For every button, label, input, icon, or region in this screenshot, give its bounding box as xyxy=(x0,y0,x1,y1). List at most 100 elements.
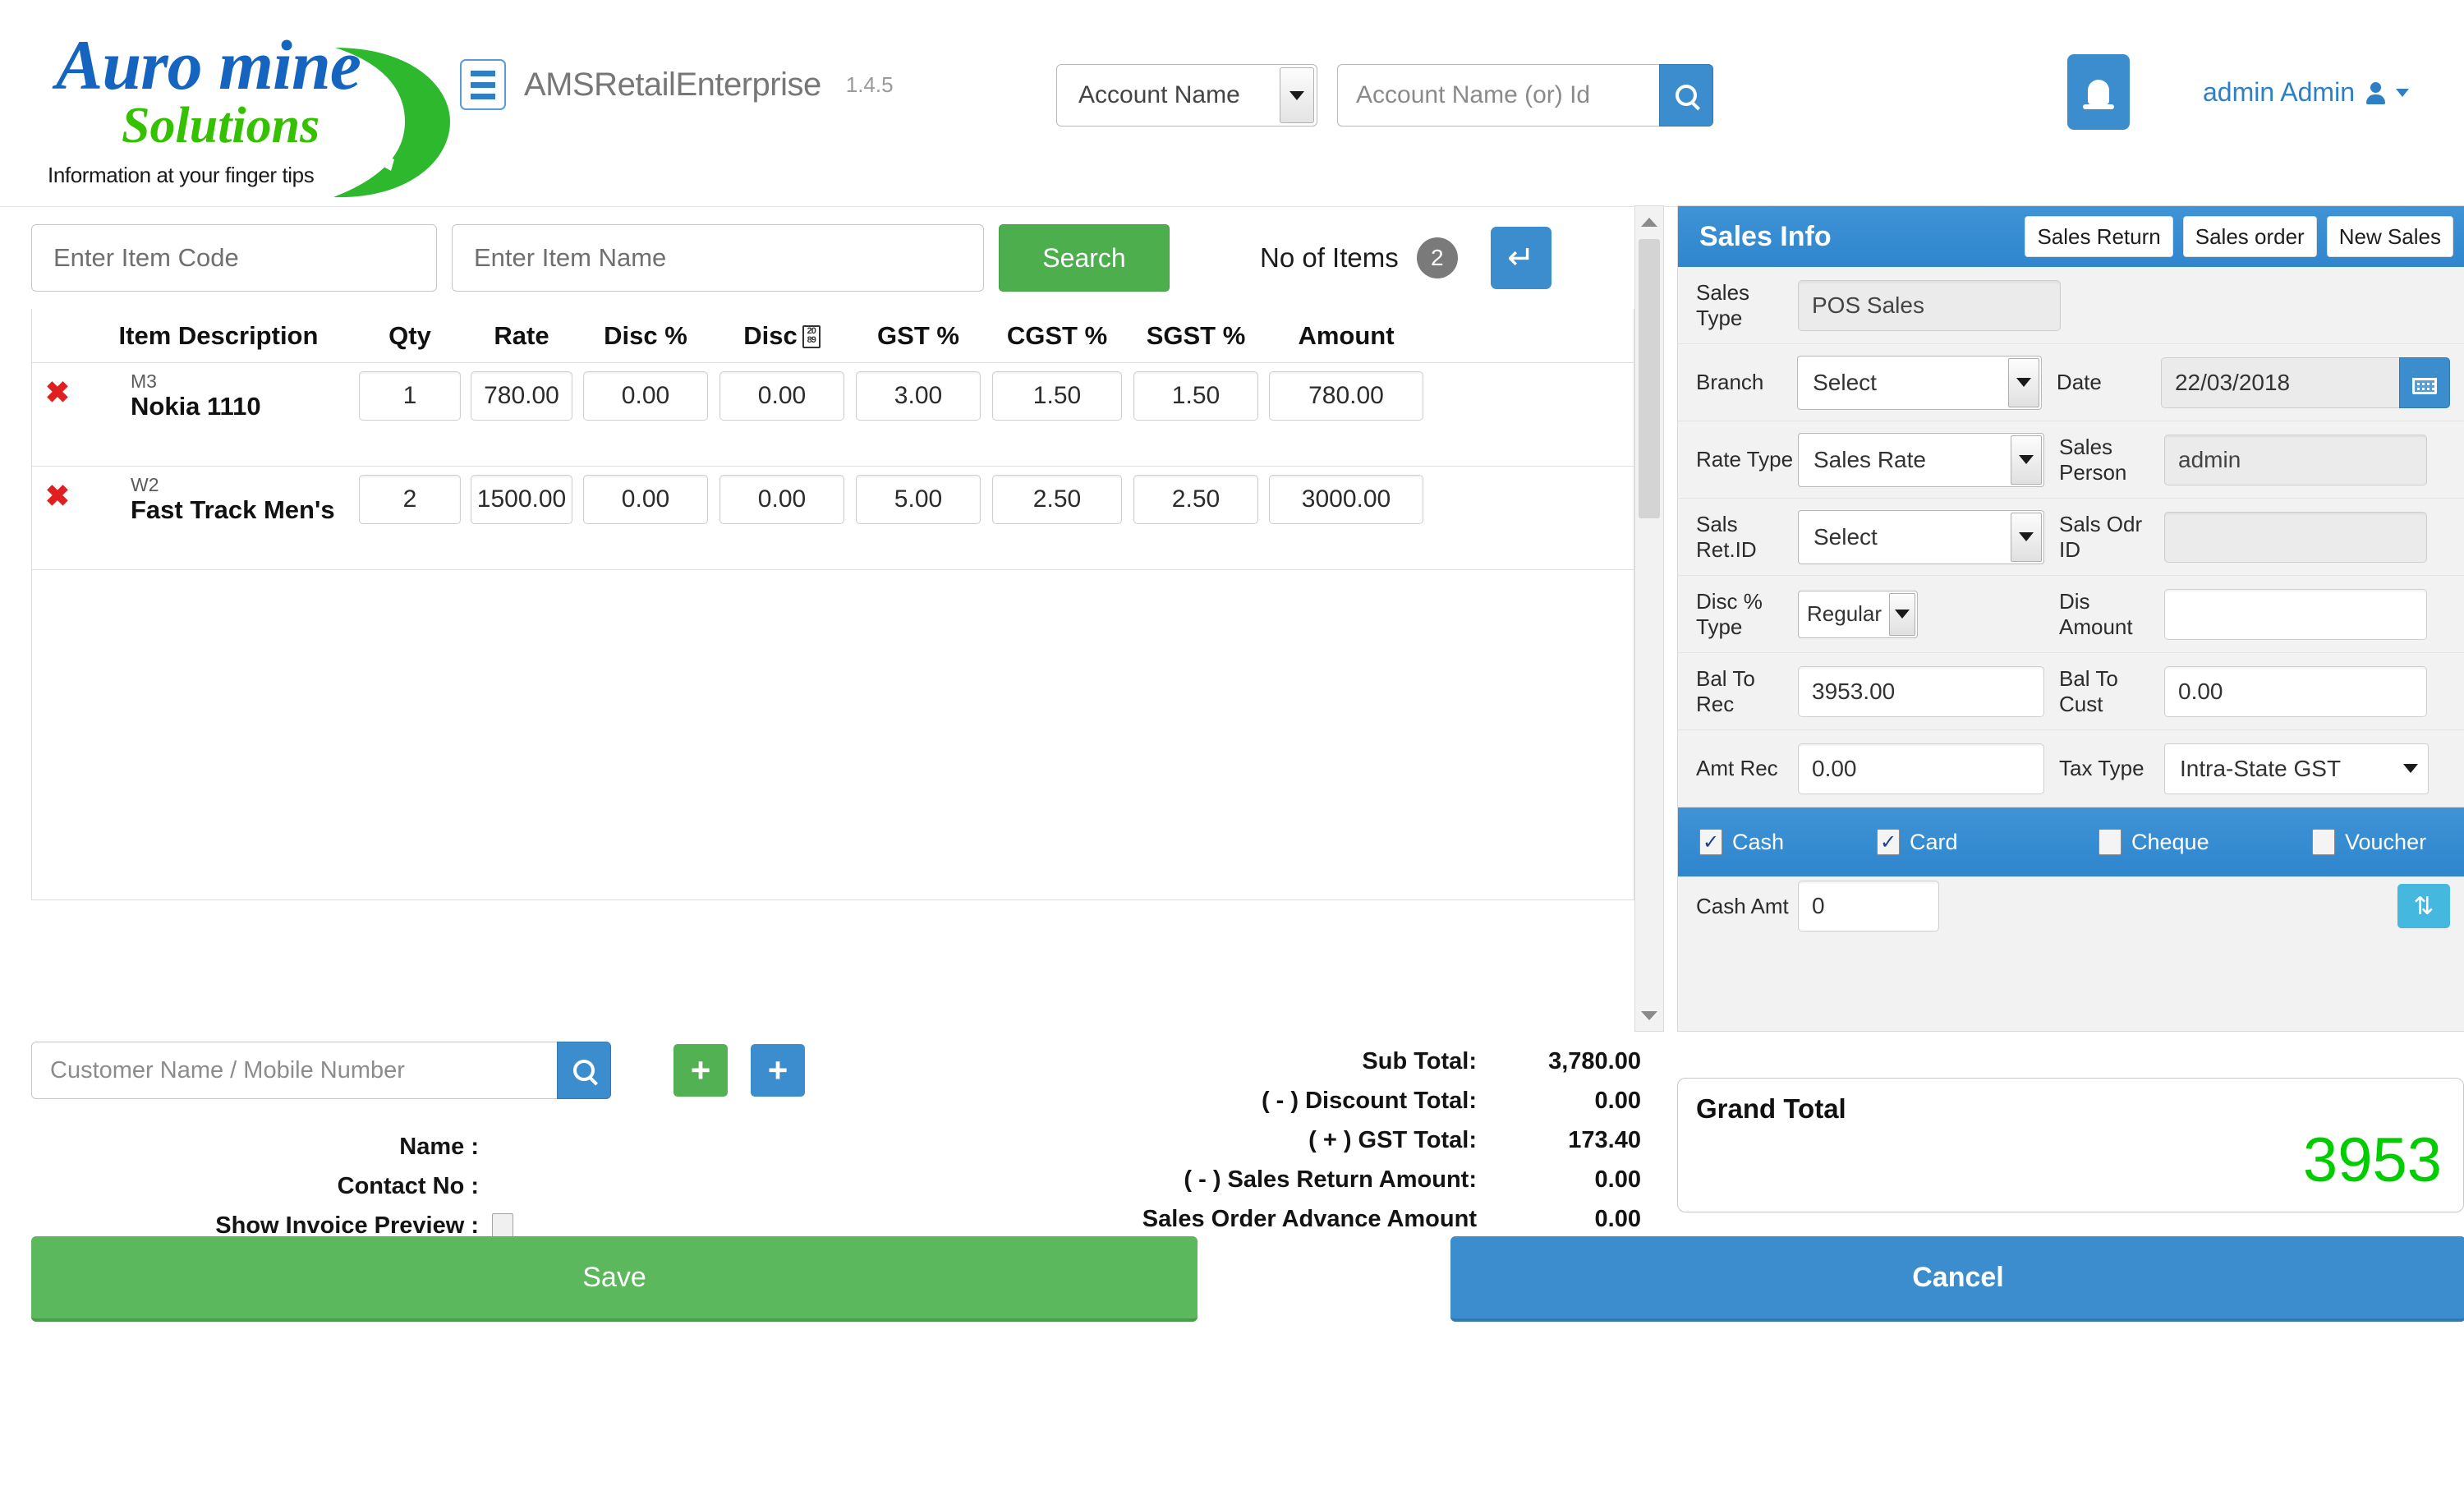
gst-percent-input[interactable] xyxy=(856,371,981,421)
item-description-cell: W2 Fast Track Men's xyxy=(83,475,354,527)
sales-info-panel: Sales Info Sales Return Sales order New … xyxy=(1677,205,2464,1032)
disc-type-select[interactable]: Regular xyxy=(1798,590,1918,638)
branch-date-row: Branch Select Date xyxy=(1678,344,2464,421)
rate-input[interactable] xyxy=(471,475,572,524)
sales-return-button[interactable]: Sales Return xyxy=(2025,216,2173,257)
sales-order-button[interactable]: Sales order xyxy=(2182,216,2317,257)
undo-arrow-icon: ↵ xyxy=(1506,240,1535,276)
total-line: ( - ) Discount Total: 0.00 xyxy=(885,1081,1641,1120)
cancel-button[interactable]: Cancel xyxy=(1450,1236,2464,1322)
calendar-icon xyxy=(2411,370,2437,394)
sub-total-value: 3,780.00 xyxy=(1548,1047,1641,1074)
add-customer-button[interactable]: + xyxy=(673,1044,728,1097)
total-line: Sales Order Advance Amount 0.00 xyxy=(885,1199,1641,1239)
bal-to-rec-input[interactable] xyxy=(1798,665,2044,717)
save-button[interactable]: Save xyxy=(31,1236,1198,1322)
gst-total-label: ( + ) GST Total: xyxy=(1308,1126,1477,1153)
hamburger-icon[interactable] xyxy=(460,59,506,110)
qty-input[interactable] xyxy=(359,371,461,421)
company-logo: Auro mine Solutions Information at your … xyxy=(31,15,450,200)
app-title: AMSRetailEnterprise xyxy=(524,66,821,103)
item-name-label: Fast Track Men's xyxy=(131,495,335,525)
main-content: Search No of Items 2 ↵ Item Description … xyxy=(31,205,2464,1486)
delete-x-icon[interactable]: ✖ xyxy=(41,475,74,518)
amount-input[interactable] xyxy=(1269,371,1423,421)
cgst-percent-input[interactable] xyxy=(992,475,1122,524)
customer-search-button[interactable] xyxy=(557,1042,611,1099)
disc-percent-input[interactable] xyxy=(583,371,708,421)
date-field-group xyxy=(2160,357,2450,408)
cash-checkbox[interactable]: ✓ xyxy=(1699,829,1722,855)
refresh-icon: ⇅ xyxy=(2413,891,2434,921)
table-row: ✖ W2 Fast Track Men's xyxy=(32,467,1634,570)
payment-methods-row: ✓ Cash ✓ Card Cheque Voucher xyxy=(1678,807,2464,876)
date-input[interactable] xyxy=(2160,357,2399,408)
search-button[interactable]: Search xyxy=(999,224,1170,292)
qty-input[interactable] xyxy=(359,475,461,524)
rate-type-select[interactable]: Sales Rate xyxy=(1798,432,2044,487)
new-sales-button[interactable]: New Sales xyxy=(2326,216,2453,257)
show-invoice-preview-checkbox[interactable] xyxy=(492,1213,513,1238)
item-code-label: W2 xyxy=(131,474,159,495)
notification-button[interactable] xyxy=(2067,54,2130,130)
items-table: Item Description Qty Rate Disc % Disc 20 8… xyxy=(31,309,1634,900)
sals-ret-id-select[interactable]: Select xyxy=(1798,509,2044,564)
bal-to-cust-input[interactable] xyxy=(2164,665,2427,717)
calculator-icon: 20 89 xyxy=(802,324,821,348)
logo-tagline: Information at your finger tips xyxy=(48,163,315,187)
tax-type-label: Tax Type xyxy=(2059,756,2145,780)
account-search-input[interactable] xyxy=(1337,64,1659,127)
cgst-percent-input[interactable] xyxy=(992,371,1122,421)
voucher-checkbox[interactable] xyxy=(2312,829,2335,855)
sales-type-field xyxy=(1798,279,2061,331)
item-name-input[interactable] xyxy=(452,224,984,292)
rate-input[interactable] xyxy=(471,371,572,421)
date-label: Date xyxy=(2056,370,2102,394)
gst-percent-input[interactable] xyxy=(856,475,981,524)
customer-contact-label: Contact No : xyxy=(337,1172,479,1199)
payment-method-voucher[interactable]: Voucher xyxy=(2312,829,2426,855)
sales-person-field xyxy=(2164,434,2427,485)
amt-rec-input[interactable] xyxy=(1798,743,2044,794)
sales-panel-scrollbar[interactable] xyxy=(1634,205,1664,1032)
scrollbar-thumb[interactable] xyxy=(1639,239,1660,518)
disc-input[interactable] xyxy=(719,475,844,524)
sgst-percent-input[interactable] xyxy=(1133,371,1258,421)
payment-method-card[interactable]: ✓ Card xyxy=(1877,829,2099,855)
user-menu[interactable]: admin Admin xyxy=(2203,77,2409,108)
sals-odr-id-label: Sals Odr ID xyxy=(2059,511,2143,562)
delete-x-icon[interactable]: ✖ xyxy=(41,371,74,414)
disc-input[interactable] xyxy=(719,371,844,421)
calendar-button[interactable] xyxy=(2398,357,2450,408)
sales-info-form: Sales Type Branch Select Date xyxy=(1678,267,2464,936)
cash-amt-label: Cash Amt xyxy=(1696,893,1789,918)
amount-input[interactable] xyxy=(1269,475,1423,524)
cash-amt-input[interactable] xyxy=(1798,881,1939,932)
branch-select[interactable]: Select xyxy=(1797,355,2042,410)
app-header: Auro mine Solutions Information at your … xyxy=(0,0,2464,207)
account-type-select[interactable]: Account Name xyxy=(1056,64,1317,127)
grand-total-label: Grand Total xyxy=(1696,1093,1846,1124)
chevron-down-icon xyxy=(2395,746,2426,792)
account-search-button[interactable] xyxy=(1659,64,1713,127)
tax-type-select[interactable]: Intra-State GST xyxy=(2164,743,2429,794)
cash-amount-row: Cash Amt ⇅ xyxy=(1678,876,2464,936)
card-checkbox[interactable]: ✓ xyxy=(1877,829,1900,855)
item-code-input[interactable] xyxy=(31,224,437,292)
no-of-items-badge: 2 xyxy=(1416,237,1458,278)
notification-bell-icon xyxy=(2083,80,2114,109)
cheque-checkbox[interactable] xyxy=(2099,829,2122,855)
add-extra-button[interactable]: + xyxy=(751,1044,805,1097)
scroll-down-icon[interactable] xyxy=(1635,1001,1663,1029)
customer-search-input[interactable] xyxy=(31,1042,557,1099)
sgst-percent-input[interactable] xyxy=(1133,475,1258,524)
discount-total-value: 0.00 xyxy=(1594,1087,1641,1114)
dis-amount-input[interactable] xyxy=(2164,588,2427,640)
disc-percent-input[interactable] xyxy=(583,475,708,524)
payment-method-cash[interactable]: ✓ Cash xyxy=(1699,829,1877,855)
payment-method-cheque[interactable]: Cheque xyxy=(2099,829,2312,855)
undo-button[interactable]: ↵ xyxy=(1490,227,1551,289)
refresh-button[interactable]: ⇅ xyxy=(2397,884,2450,928)
gst-total-value: 173.40 xyxy=(1568,1126,1641,1153)
scroll-up-icon[interactable] xyxy=(1635,208,1663,236)
